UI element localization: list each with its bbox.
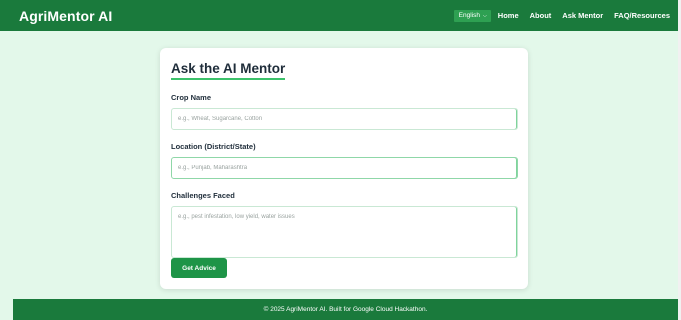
location-label: Location (District/State) xyxy=(171,142,256,151)
top-navbar: AgriMentor AI English ⌵ Home About Ask M… xyxy=(0,0,678,31)
nav-home-link[interactable]: Home xyxy=(498,11,519,20)
footer-text: © 2025 AgriMentor AI. Built for Google C… xyxy=(263,306,428,313)
nav-about-link[interactable]: About xyxy=(530,11,552,20)
nav-faq-link[interactable]: FAQ/Resources xyxy=(614,11,670,20)
main-nav: English ⌵ Home About Ask Mentor FAQ/Reso… xyxy=(453,9,670,22)
page-footer: © 2025 AgriMentor AI. Built for Google C… xyxy=(13,299,678,320)
nav-ask-mentor-link[interactable]: Ask Mentor xyxy=(562,11,603,20)
brand-logo[interactable]: AgriMentor AI xyxy=(19,8,112,24)
chevron-down-icon: ⌵ xyxy=(482,12,487,19)
challenges-textarea[interactable] xyxy=(171,206,518,258)
language-select[interactable]: English ⌵ xyxy=(453,9,491,22)
form-title: Ask the AI Mentor xyxy=(171,61,286,80)
crop-name-input[interactable] xyxy=(171,108,518,130)
crop-name-label: Crop Name xyxy=(171,93,212,102)
challenges-label: Challenges Faced xyxy=(171,191,235,200)
location-input[interactable] xyxy=(171,157,518,179)
get-advice-button[interactable]: Get Advice xyxy=(171,258,227,278)
language-select-value: English xyxy=(458,12,480,19)
ask-mentor-card: Ask the AI Mentor Crop Name Location (Di… xyxy=(160,48,528,289)
